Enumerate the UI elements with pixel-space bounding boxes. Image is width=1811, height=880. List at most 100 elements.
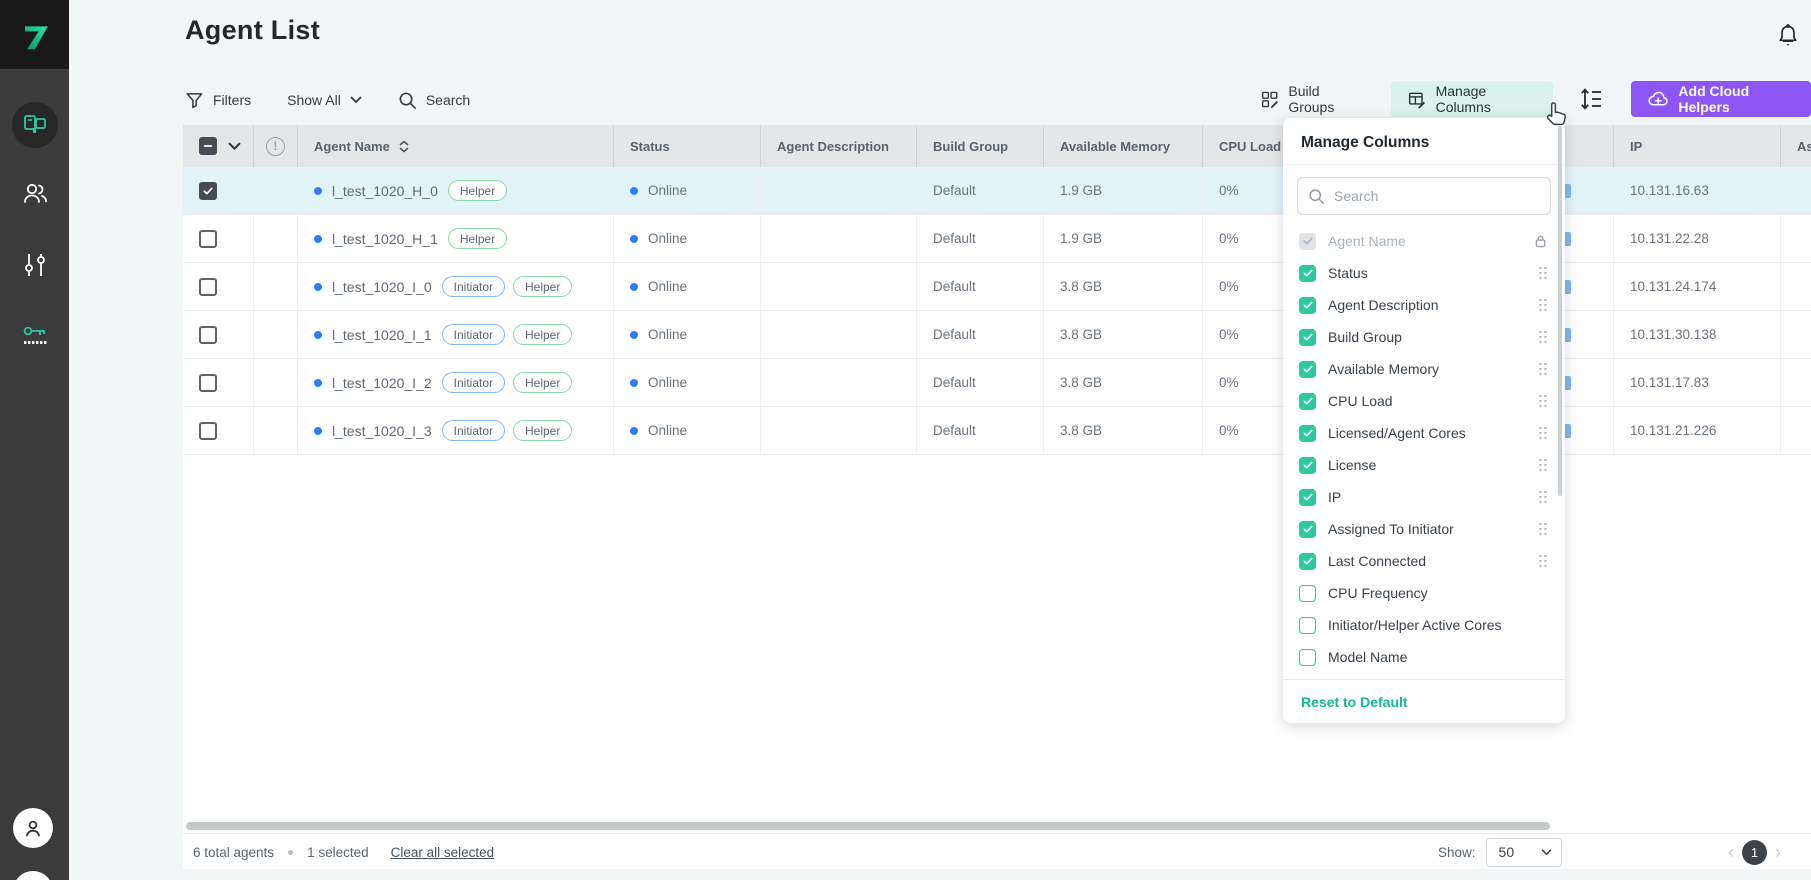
panel-checkbox-checked[interactable] bbox=[1299, 361, 1316, 378]
drag-handle-icon[interactable] bbox=[1539, 267, 1547, 280]
column-header-agent-description[interactable]: Agent Description bbox=[761, 125, 917, 167]
table-row[interactable]: l_test_1020_H_1HelperOnlineDefault1.9 GB… bbox=[183, 215, 1811, 263]
previous-page-chevron-icon[interactable]: ‹ bbox=[1728, 843, 1734, 861]
build-groups-button[interactable]: Build Groups bbox=[1260, 83, 1363, 115]
app-logo[interactable] bbox=[0, 0, 69, 69]
agent-description-cell bbox=[761, 167, 917, 214]
drag-handle-icon[interactable] bbox=[1539, 523, 1547, 536]
next-page-chevron-icon[interactable]: › bbox=[1775, 843, 1781, 861]
panel-checkbox-checked[interactable] bbox=[1299, 393, 1316, 410]
status-text: Online bbox=[648, 183, 687, 198]
panel-checkbox-checked[interactable] bbox=[1299, 457, 1316, 474]
column-header-status[interactable]: Status bbox=[614, 125, 761, 167]
indeterminate-minus-icon bbox=[202, 140, 214, 152]
column-header-alert[interactable]: ! bbox=[254, 125, 298, 167]
sidebar-item-license[interactable] bbox=[0, 318, 69, 350]
panel-item-initiator-helper-active-cores[interactable]: Initiator/Helper Active Cores bbox=[1283, 609, 1565, 641]
panel-item-build-group[interactable]: Build Group bbox=[1283, 321, 1565, 353]
sidebar-item-agents[interactable] bbox=[0, 102, 69, 148]
select-all-checkbox-indeterminate[interactable] bbox=[199, 137, 217, 155]
manage-columns-button[interactable]: Manage Columns bbox=[1391, 81, 1553, 117]
key-icon bbox=[19, 318, 51, 350]
drag-handle-icon[interactable] bbox=[1539, 459, 1547, 472]
ip-cell: 10.131.22.28 bbox=[1614, 215, 1781, 262]
row-checkbox[interactable] bbox=[199, 326, 217, 344]
panel-item-ip[interactable]: IP bbox=[1283, 481, 1565, 513]
panel-item-last-connected[interactable]: Last Connected bbox=[1283, 545, 1565, 577]
show-all-dropdown[interactable]: Show All bbox=[287, 92, 362, 108]
panel-item-label: CPU Load bbox=[1328, 393, 1539, 409]
panel-checkbox-checked[interactable] bbox=[1299, 553, 1316, 570]
horizontal-scrollbar[interactable] bbox=[186, 822, 1550, 830]
user-avatar[interactable] bbox=[13, 808, 53, 848]
panel-item-license[interactable]: License bbox=[1283, 449, 1565, 481]
reset-to-default-link[interactable]: Reset to Default bbox=[1301, 694, 1408, 710]
panel-checkbox-checked[interactable] bbox=[1299, 329, 1316, 346]
panel-item-licensed-agent-cores[interactable]: Licensed/Agent Cores bbox=[1283, 417, 1565, 449]
panel-checkbox-checked[interactable] bbox=[1299, 425, 1316, 442]
lock-icon bbox=[1534, 234, 1547, 248]
notifications-bell-icon[interactable] bbox=[1774, 22, 1802, 50]
panel-item-cpu-frequency[interactable]: CPU Frequency bbox=[1283, 577, 1565, 609]
column-header-label: CPU Load bbox=[1219, 139, 1281, 154]
secondary-avatar-partial[interactable] bbox=[13, 871, 53, 880]
cloud-plus-icon bbox=[1647, 90, 1668, 108]
drag-handle-icon[interactable] bbox=[1539, 555, 1547, 568]
panel-item-model-name[interactable]: Model Name bbox=[1283, 641, 1565, 673]
table-row[interactable]: l_test_1020_I_0InitiatorHelperOnlineDefa… bbox=[183, 263, 1811, 311]
column-header-ip[interactable]: IP bbox=[1614, 125, 1781, 167]
panel-item-agent-name[interactable]: Agent Name bbox=[1283, 225, 1565, 257]
column-header-agent-name[interactable]: Agent Name bbox=[298, 125, 614, 167]
row-checkbox[interactable] bbox=[199, 278, 217, 296]
panel-checkbox-checked[interactable] bbox=[1299, 265, 1316, 282]
panel-checkbox-unchecked[interactable] bbox=[1299, 585, 1316, 602]
panel-checkbox-checked[interactable] bbox=[1299, 521, 1316, 538]
panel-item-cpu-load[interactable]: CPU Load bbox=[1283, 385, 1565, 417]
sidebar-item-settings[interactable] bbox=[0, 250, 69, 280]
agent-name-text: l_test_1020_I_1 bbox=[332, 327, 432, 343]
table-row[interactable]: l_test_1020_I_3InitiatorHelperOnlineDefa… bbox=[183, 407, 1811, 455]
search-button[interactable]: Search bbox=[398, 91, 470, 110]
sidebar-item-users[interactable] bbox=[0, 178, 69, 208]
panel-scrollbar[interactable] bbox=[1558, 126, 1562, 496]
panel-checkbox-unchecked[interactable] bbox=[1299, 617, 1316, 634]
table-row[interactable]: l_test_1020_I_1InitiatorHelperOnlineDefa… bbox=[183, 311, 1811, 359]
panel-checkbox-unchecked[interactable] bbox=[1299, 649, 1316, 666]
drag-handle-icon[interactable] bbox=[1539, 331, 1547, 344]
panel-checkbox-checked[interactable] bbox=[1299, 489, 1316, 506]
agent-online-dot-icon bbox=[314, 235, 322, 243]
column-header-build-group[interactable]: Build Group bbox=[917, 125, 1044, 167]
table-row[interactable]: l_test_1020_I_2InitiatorHelperOnlineDefa… bbox=[183, 359, 1811, 407]
row-checkbox[interactable] bbox=[199, 230, 217, 248]
row-height-button[interactable] bbox=[1579, 86, 1603, 112]
panel-item-status[interactable]: Status bbox=[1283, 257, 1565, 289]
table-row[interactable]: l_test_1020_H_0HelperOnlineDefault1.9 GB… bbox=[183, 167, 1811, 215]
row-checkbox-checked[interactable] bbox=[199, 182, 217, 200]
panel-checkbox-checked[interactable] bbox=[1299, 297, 1316, 314]
table-body: l_test_1020_H_0HelperOnlineDefault1.9 GB… bbox=[183, 167, 1811, 455]
drag-handle-icon[interactable] bbox=[1539, 395, 1547, 408]
sort-carets-icon[interactable] bbox=[399, 140, 409, 153]
column-header-assigned-to-initiator[interactable]: Assigned To Initiator bbox=[1781, 125, 1811, 167]
add-cloud-helpers-button[interactable]: Add Cloud Helpers bbox=[1631, 81, 1811, 117]
page-size-select[interactable]: 50 bbox=[1486, 838, 1562, 867]
panel-item-agent-description[interactable]: Agent Description bbox=[1283, 289, 1565, 321]
column-header-available-memory[interactable]: Available Memory bbox=[1044, 125, 1203, 167]
row-checkbox[interactable] bbox=[199, 422, 217, 440]
agent-online-dot-icon bbox=[314, 379, 322, 387]
drag-handle-icon[interactable] bbox=[1539, 491, 1547, 504]
panel-search-input[interactable] bbox=[1334, 188, 1534, 204]
drag-handle-icon[interactable] bbox=[1539, 427, 1547, 440]
badge-helper: Helper bbox=[513, 372, 572, 393]
current-page-button[interactable]: 1 bbox=[1742, 840, 1767, 865]
row-checkbox[interactable] bbox=[199, 374, 217, 392]
panel-item-assigned-to-initiator[interactable]: Assigned To Initiator bbox=[1283, 513, 1565, 545]
panel-item-available-memory[interactable]: Available Memory bbox=[1283, 353, 1565, 385]
panel-search-box[interactable] bbox=[1297, 177, 1551, 215]
column-header-select[interactable] bbox=[183, 125, 254, 167]
drag-handle-icon[interactable] bbox=[1539, 363, 1547, 376]
selection-dropdown-chevron-icon[interactable] bbox=[228, 142, 241, 151]
clear-all-selected-link[interactable]: Clear all selected bbox=[391, 845, 495, 860]
filters-button[interactable]: Filters bbox=[185, 91, 251, 110]
drag-handle-icon[interactable] bbox=[1539, 299, 1547, 312]
